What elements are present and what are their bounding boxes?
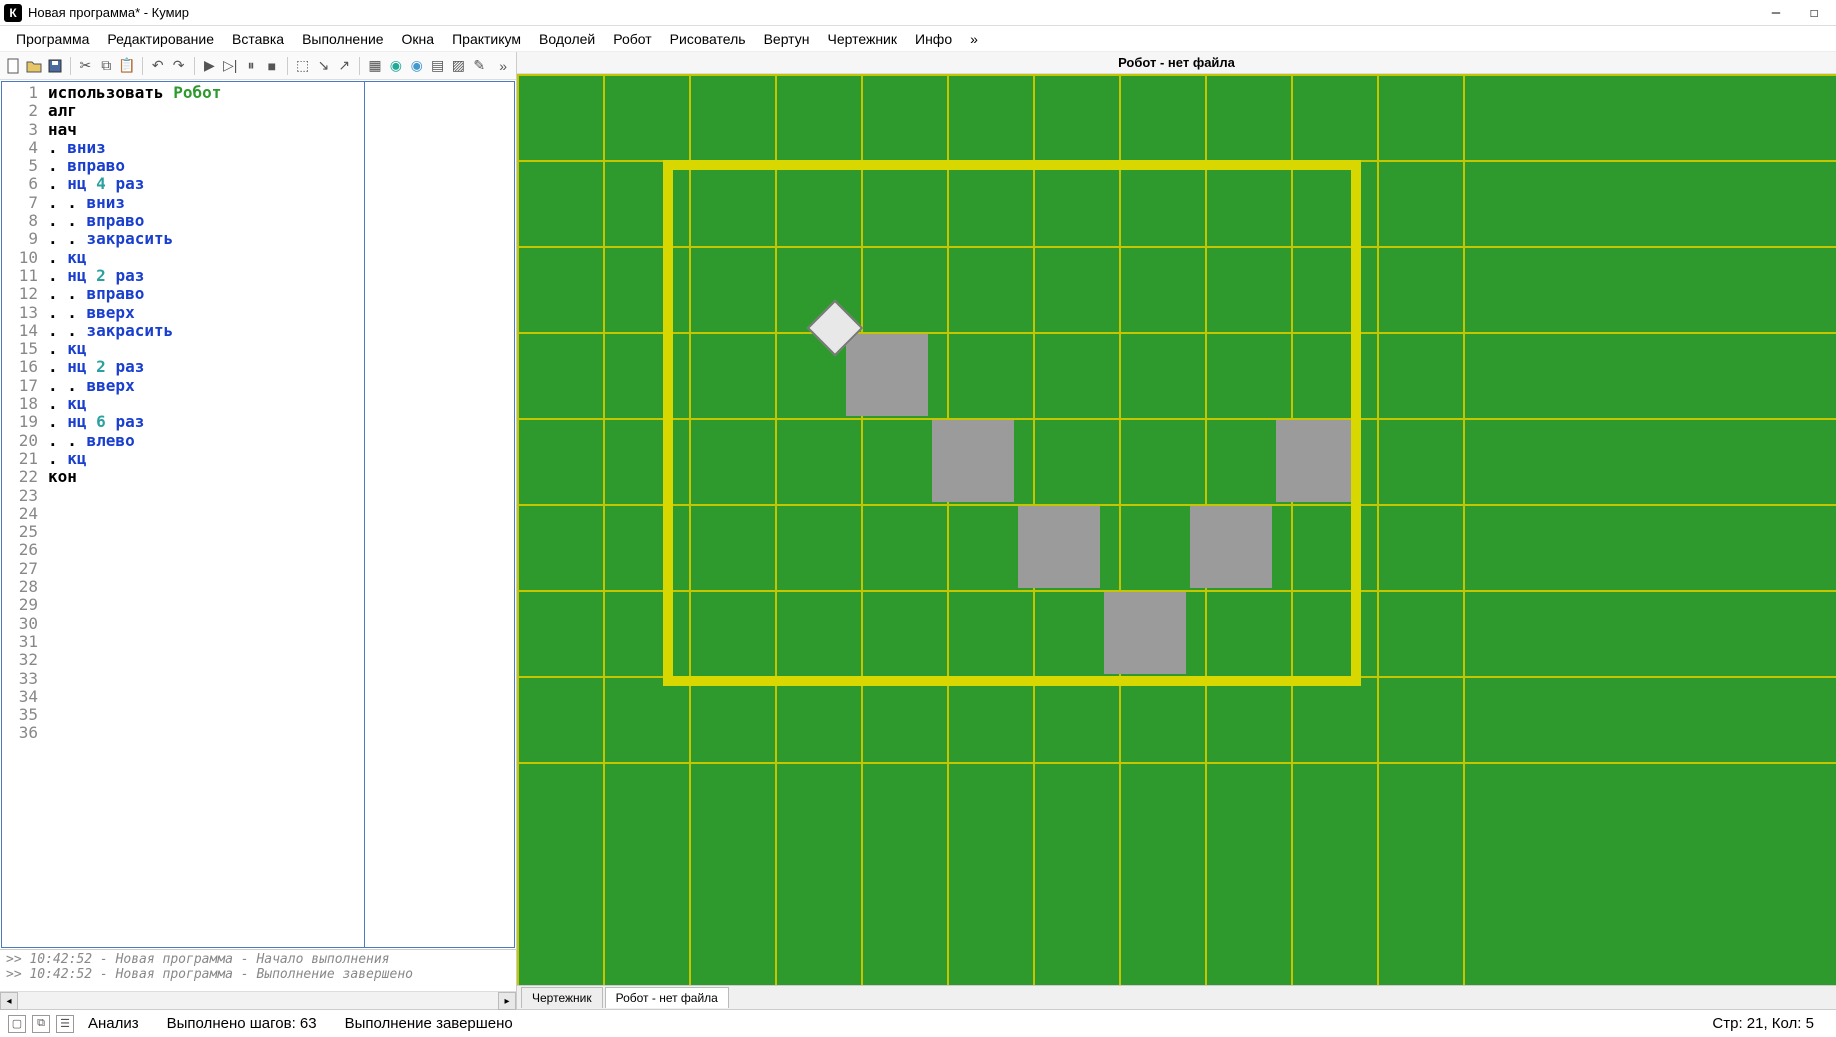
wall-segment xyxy=(663,676,1361,686)
tab[interactable]: Робот - нет файла xyxy=(605,987,729,1008)
status-state: Выполнение завершено xyxy=(331,1015,527,1032)
title-bar: К Новая программа* - Кумир — ☐ xyxy=(0,0,1836,26)
status-cursor: Стр: 21, Кол: 5 xyxy=(1698,1015,1828,1032)
minimize-button[interactable]: — xyxy=(1758,2,1794,24)
menu-item[interactable]: Чертежник xyxy=(819,28,905,50)
menu-bar: ПрограммаРедактированиеВставкаВыполнение… xyxy=(0,26,1836,52)
toolbar-overflow-icon[interactable]: » xyxy=(494,56,512,76)
step-icon[interactable]: ▷| xyxy=(221,56,239,76)
robot-panel-title: Робот - нет файла xyxy=(517,52,1836,74)
menu-item[interactable]: Практикум xyxy=(444,28,529,50)
save-icon[interactable] xyxy=(46,56,64,76)
menu-item[interactable]: Рисователь xyxy=(662,28,754,50)
actor-tabs: ЧертежникРобот - нет файла xyxy=(517,985,1836,1009)
menu-item[interactable]: Выполнение xyxy=(294,28,391,50)
actor3-icon[interactable]: ◉ xyxy=(408,56,426,76)
run-icon[interactable]: ▶ xyxy=(200,56,218,76)
menu-item[interactable]: Робот xyxy=(605,28,659,50)
app-logo-icon: К xyxy=(4,4,22,22)
status-icon-b[interactable]: ⧉ xyxy=(32,1015,50,1033)
menu-item[interactable]: Вставка xyxy=(224,28,292,50)
stop-icon[interactable]: ■ xyxy=(263,56,281,76)
actor4-icon[interactable]: ▤ xyxy=(429,56,447,76)
editor-aux-panel xyxy=(364,82,514,947)
robot-field[interactable] xyxy=(517,74,1836,985)
tool-b-icon[interactable]: ↘ xyxy=(315,56,333,76)
scroll-left-icon[interactable]: ◂ xyxy=(0,992,18,1010)
new-icon[interactable] xyxy=(4,56,22,76)
tool-a-icon[interactable]: ⬚ xyxy=(294,56,312,76)
robot-pane: Робот - нет файла ЧертежникРобот - нет ф… xyxy=(517,52,1836,1009)
pause-icon[interactable]: ⏸ xyxy=(242,56,260,76)
copy-icon[interactable]: ⧉ xyxy=(97,56,115,76)
menu-item[interactable]: Вертун xyxy=(756,28,818,50)
filled-cell xyxy=(1018,506,1100,588)
filled-cell xyxy=(1104,592,1186,674)
actor1-icon[interactable]: ▦ xyxy=(366,56,384,76)
menu-item[interactable]: Водолей xyxy=(531,28,603,50)
menu-item[interactable]: Инфо xyxy=(907,28,960,50)
actor5-icon[interactable]: ▨ xyxy=(449,56,467,76)
open-icon[interactable] xyxy=(25,56,43,76)
tool-c-icon[interactable]: ↗ xyxy=(335,56,353,76)
menu-item[interactable]: Редактирование xyxy=(99,28,222,50)
undo-icon[interactable]: ↶ xyxy=(149,56,167,76)
editor-pane: ✂ ⧉ 📋 ↶ ↷ ▶ ▷| ⏸ ■ ⬚ ↘ ↗ ▦ ◉ ◉ ▤ ▨ ✎ » xyxy=(0,52,517,1009)
filled-cell xyxy=(1190,506,1272,588)
maximize-button[interactable]: ☐ xyxy=(1796,2,1832,24)
actor2-icon[interactable]: ◉ xyxy=(387,56,405,76)
status-icon-a[interactable]: ▢ xyxy=(8,1015,26,1033)
menu-item[interactable]: Окна xyxy=(394,28,443,50)
cut-icon[interactable]: ✂ xyxy=(76,56,94,76)
menu-item[interactable]: Программа xyxy=(8,28,97,50)
redo-icon[interactable]: ↷ xyxy=(170,56,188,76)
code-editor[interactable]: 1234567891011121314151617181920212223242… xyxy=(1,81,515,948)
tab[interactable]: Чертежник xyxy=(521,987,603,1008)
window-title: Новая программа* - Кумир xyxy=(28,5,1758,20)
wall-segment xyxy=(663,160,1361,170)
line-gutter: 1234567891011121314151617181920212223242… xyxy=(2,82,44,947)
filled-cell xyxy=(1276,420,1358,502)
wall-segment xyxy=(1351,160,1361,686)
actor6-icon[interactable]: ✎ xyxy=(470,56,488,76)
console-output: >> 10:42:52 - Новая программа - Начало в… xyxy=(0,949,516,991)
toolbar: ✂ ⧉ 📋 ↶ ↷ ▶ ▷| ⏸ ■ ⬚ ↘ ↗ ▦ ◉ ◉ ▤ ▨ ✎ » xyxy=(0,52,516,80)
wall-segment xyxy=(663,160,673,686)
code-area[interactable]: использовать Роботалгнач. вниз. вправо. … xyxy=(44,82,364,947)
menu-item[interactable]: » xyxy=(962,28,986,50)
status-bar: ▢ ⧉ ☰ Анализ Выполнено шагов: 63 Выполне… xyxy=(0,1009,1836,1037)
filled-cell xyxy=(846,334,928,416)
scroll-track[interactable] xyxy=(18,992,498,1009)
horizontal-scrollbar[interactable]: ◂ ▸ xyxy=(0,991,516,1009)
scroll-right-icon[interactable]: ▸ xyxy=(498,992,516,1010)
status-icon-c[interactable]: ☰ xyxy=(56,1015,74,1033)
status-steps: Выполнено шагов: 63 xyxy=(153,1015,331,1032)
filled-cell xyxy=(932,420,1014,502)
paste-icon[interactable]: 📋 xyxy=(118,56,136,76)
status-analysis: Анализ xyxy=(74,1015,153,1032)
